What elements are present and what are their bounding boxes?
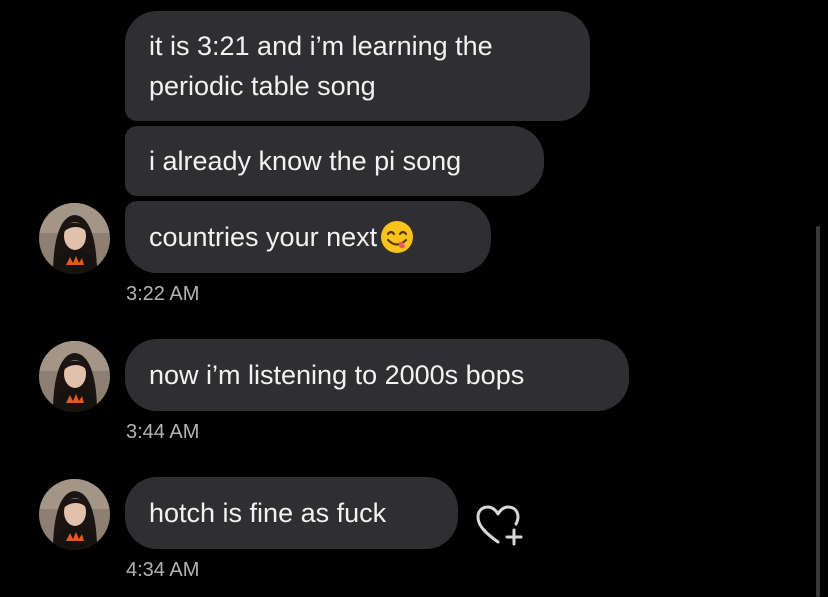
chat-thread: it is 3:21 and i’m learning the periodic… (0, 0, 828, 597)
message-text: i already know the pi song (149, 146, 462, 176)
message-timestamp: 3:44 AM (126, 421, 200, 443)
sender-avatar[interactable] (39, 203, 110, 274)
sender-avatar[interactable] (39, 341, 110, 412)
message-bubble[interactable]: it is 3:21 and i’m learning the periodic… (125, 11, 590, 121)
message-text: now i’m listening to 2000s bops (149, 360, 525, 390)
sender-avatar[interactable] (39, 479, 110, 550)
message-bubble[interactable]: now i’m listening to 2000s bops (125, 339, 629, 411)
message-bubble[interactable]: hotch is fine as fuck (125, 477, 458, 549)
scrollbar[interactable] (816, 226, 820, 597)
message-text: countries your next (149, 222, 378, 252)
message-text: hotch is fine as fuck (149, 498, 387, 528)
face-savoring-food-emoji (381, 221, 414, 253)
message-bubble[interactable]: i already know the pi song (125, 126, 544, 196)
message-timestamp: 4:34 AM (126, 559, 200, 581)
message-timestamp: 3:22 AM (126, 283, 200, 305)
heart-plus-icon[interactable] (474, 502, 526, 546)
message-bubble[interactable]: countries your next (125, 201, 491, 273)
message-text: it is 3:21 and i’m learning the periodic… (149, 31, 493, 101)
